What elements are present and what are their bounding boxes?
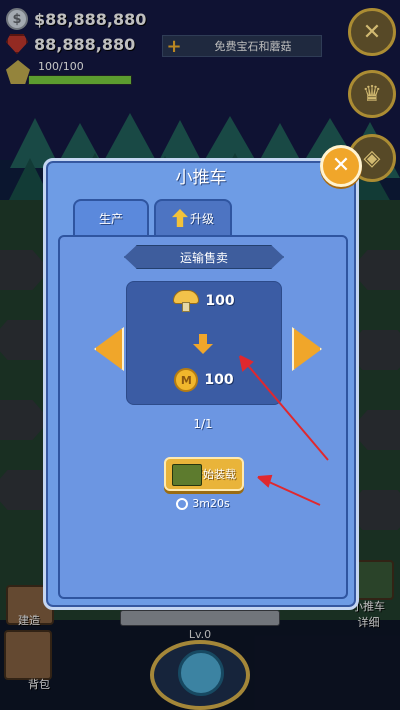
trade-box: 100 M 100: [126, 281, 282, 405]
tab-production-label: 生产: [98, 211, 123, 226]
down-arrow-icon: [193, 334, 213, 354]
next-arrow[interactable]: [292, 327, 322, 371]
start-loading-button[interactable]: 开始装载: [164, 457, 244, 491]
gold-coin-icon: M: [174, 368, 199, 392]
page-indicator: 1/1: [193, 417, 213, 431]
timer: 3m20s: [60, 497, 346, 510]
section-ribbon: 运输售卖: [124, 245, 284, 269]
input-amount: 100: [205, 293, 235, 309]
cart-modal: 小推车 生产 升级 运输售卖 100 M 100 1/1 开始装载 3m20s: [43, 158, 359, 610]
input-row: 100: [127, 290, 281, 312]
previous-arrow[interactable]: [94, 327, 124, 371]
output-amount: 100: [204, 372, 234, 388]
cart-icon: [172, 464, 202, 486]
timer-value: 3m20s: [192, 497, 230, 510]
production-panel: 运输售卖 100 M 100 1/1 开始装载 3m20s: [58, 235, 348, 599]
upgrade-arrow-icon: [171, 209, 188, 227]
mushroom-icon: [173, 290, 200, 312]
close-icon: ✕: [331, 153, 351, 178]
modal-title: 小推车: [175, 168, 227, 188]
close-button[interactable]: ✕: [320, 145, 362, 187]
clock-icon: [176, 497, 189, 510]
output-row: M 100: [127, 368, 281, 392]
tab-upgrade-label: 升级: [189, 211, 214, 226]
tab-upgrade[interactable]: 升级: [154, 199, 232, 235]
tab-production[interactable]: 生产: [73, 199, 149, 235]
